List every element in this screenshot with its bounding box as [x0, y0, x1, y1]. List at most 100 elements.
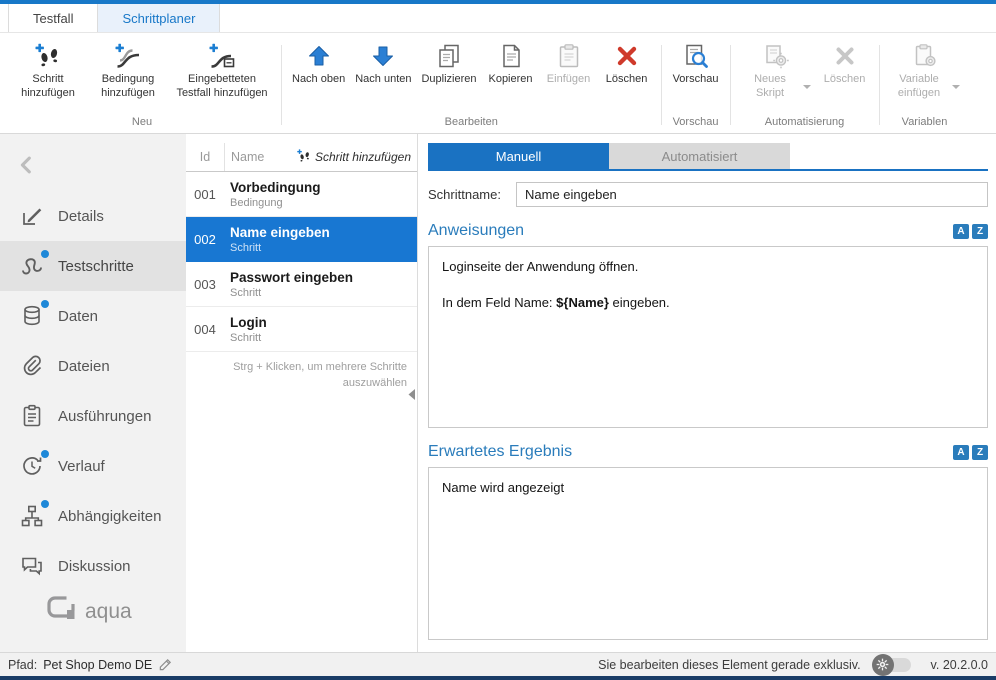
sidebar-item-diskussion[interactable]: Diskussion — [0, 541, 186, 591]
sidebar-item-testschritte[interactable]: Testschritte — [0, 241, 186, 291]
aqua-logo: aqua — [0, 595, 186, 652]
edit-path-icon[interactable] — [158, 657, 173, 672]
panel-collapse-icon[interactable] — [408, 389, 415, 400]
button-label: Vorschau — [673, 73, 719, 87]
ribbon-toolbar: Schritt hinzufügen Bedingung hinzufügen … — [0, 33, 996, 134]
button-label: Neues Skript — [741, 73, 800, 101]
column-header-id: Id — [186, 150, 224, 164]
vorschau-button[interactable]: Vorschau — [668, 37, 724, 89]
sidebar-item-label: Diskussion — [58, 558, 131, 575]
neues-skript-button[interactable]: Neues Skript — [737, 37, 815, 103]
preview-magnifier-icon — [683, 42, 709, 70]
ergebnis-header: Erwartetes Ergebnis A Z — [428, 443, 988, 461]
button-label: Löschen — [824, 73, 866, 87]
status-bar: Pfad: Pet Shop Demo DE Sie bearbeiten di… — [0, 652, 996, 676]
arrow-down-icon — [371, 42, 395, 70]
step-id: 001 — [186, 187, 224, 202]
variable-einfuegen-button[interactable]: Variable einfügen — [886, 37, 964, 103]
insert-variable-icon — [912, 42, 938, 70]
instruction-line-2: In dem Feld Name: ${Name} eingeben. — [442, 294, 974, 312]
step-row-004[interactable]: 004 Login Schritt — [186, 307, 417, 352]
group-label-automatisierung: Automatisierung — [737, 112, 873, 133]
text-format-a-icon[interactable]: A — [953, 224, 969, 239]
step-row-003[interactable]: 003 Passwort eingeben Schritt — [186, 262, 417, 307]
sidebar-item-abhaengigkeiten[interactable]: Abhängigkeiten — [0, 491, 186, 541]
text-format-a-icon[interactable]: A — [953, 445, 969, 460]
step-name: Passwort eingeben — [230, 270, 413, 285]
step-type: Schritt — [230, 332, 413, 344]
result-line-1: Name wird angezeigt — [442, 479, 974, 497]
tab-manuell[interactable]: Manuell — [428, 143, 609, 169]
aqua-logo-text: aqua — [85, 600, 132, 624]
nach-unten-button[interactable]: Nach unten — [351, 37, 415, 89]
sidebar-collapse-button[interactable] — [0, 146, 186, 191]
toggle-pill — [877, 658, 911, 672]
footprints-add-small-icon — [297, 149, 311, 166]
ribbon-group-automatisierung: Neues Skript Löschen Automatisierung — [734, 37, 876, 133]
button-label: Einfügen — [547, 73, 590, 87]
step-id: 002 — [186, 232, 224, 247]
delete-x-icon — [615, 42, 639, 70]
loeschen-button[interactable]: Löschen — [599, 37, 655, 89]
text-format-z-icon[interactable]: Z — [972, 445, 988, 460]
sidebar-item-label: Details — [58, 208, 104, 225]
step-name-input[interactable] — [516, 182, 988, 207]
step-type: Schritt — [230, 242, 413, 254]
step-name-row: Schrittname: — [428, 182, 988, 207]
group-label-neu: Neu — [9, 112, 275, 133]
button-label: Duplizieren — [421, 73, 476, 87]
version-label: v. 20.2.0.0 — [931, 658, 988, 672]
anweisungen-textarea[interactable]: Loginseite der Anwendung öffnen. In dem … — [428, 246, 988, 428]
duplicate-icon — [436, 42, 462, 70]
skript-loeschen-button[interactable]: Löschen — [817, 37, 873, 89]
duplizieren-button[interactable]: Duplizieren — [417, 37, 480, 89]
step-row-002[interactable]: 002 Name eingeben Schritt — [186, 217, 417, 262]
tab-schrittplaner[interactable]: Schrittplaner — [97, 3, 220, 32]
ribbon-group-neu: Schritt hinzufügen Bedingung hinzufügen … — [6, 37, 278, 133]
add-step-link[interactable]: Schritt hinzufügen — [297, 149, 411, 166]
executions-clipboard-icon — [20, 404, 44, 428]
eingebetteten-testfall-hinzufuegen-button[interactable]: Eingebetteten Testfall hinzufügen — [169, 37, 275, 103]
group-label-bearbeiten: Bearbeiten — [288, 112, 655, 133]
group-label-variablen: Variablen — [886, 112, 964, 133]
delete-script-x-icon — [833, 42, 857, 70]
einfuegen-button[interactable]: Einfügen — [541, 37, 597, 89]
sidebar-item-ausfuehrungen[interactable]: Ausführungen — [0, 391, 186, 441]
editor-tab-bar: Manuell Automatisiert — [428, 143, 988, 171]
schritt-hinzufuegen-button[interactable]: Schritt hinzufügen — [9, 37, 87, 103]
step-name: Login — [230, 315, 413, 330]
sidebar-item-verlauf[interactable]: Verlauf — [0, 441, 186, 491]
sidebar-item-daten[interactable]: Daten — [0, 291, 186, 341]
text-format-z-icon[interactable]: Z — [972, 224, 988, 239]
section-title-ergebnis: Erwartetes Ergebnis — [428, 443, 572, 461]
sidebar-item-label: Verlauf — [58, 458, 105, 475]
path-value[interactable]: Pet Shop Demo DE — [43, 658, 152, 672]
button-label: Eingebetteten Testfall hinzufügen — [173, 73, 271, 101]
chevron-down-icon — [952, 85, 960, 89]
ribbon-separator — [661, 45, 662, 125]
footprints-add-icon — [35, 42, 61, 70]
condition-add-icon — [115, 42, 141, 70]
tab-testfall[interactable]: Testfall — [8, 3, 98, 32]
ribbon-separator — [281, 45, 282, 125]
arrow-up-icon — [307, 42, 331, 70]
tab-automatisiert[interactable]: Automatisiert — [609, 143, 790, 169]
step-id: 003 — [186, 277, 224, 292]
nach-oben-button[interactable]: Nach oben — [288, 37, 349, 89]
button-label: Variable einfügen — [890, 73, 949, 101]
sidebar-item-dateien[interactable]: Dateien — [0, 341, 186, 391]
step-row-001[interactable]: 001 Vorbedingung Bedingung — [186, 172, 417, 217]
ergebnis-textarea[interactable]: Name wird angezeigt — [428, 467, 988, 640]
bedingung-hinzufuegen-button[interactable]: Bedingung hinzufügen — [89, 37, 167, 103]
aqua-app-window: Testfall Schrittplaner Schritt hinzufüge… — [0, 0, 996, 680]
aqua-logo-icon — [46, 595, 76, 628]
kopieren-button[interactable]: Kopieren — [483, 37, 539, 89]
steps-list-panel: Id Name Schritt hinzufügen 001 Vorbeding… — [186, 134, 418, 652]
variable-token: ${Name} — [556, 295, 609, 310]
copy-icon — [498, 42, 524, 70]
settings-toggle[interactable] — [877, 658, 911, 672]
ribbon-separator — [879, 45, 880, 125]
notification-dot — [41, 450, 49, 458]
sidebar-item-details[interactable]: Details — [0, 191, 186, 241]
sidebar-item-label: Testschritte — [58, 258, 134, 275]
